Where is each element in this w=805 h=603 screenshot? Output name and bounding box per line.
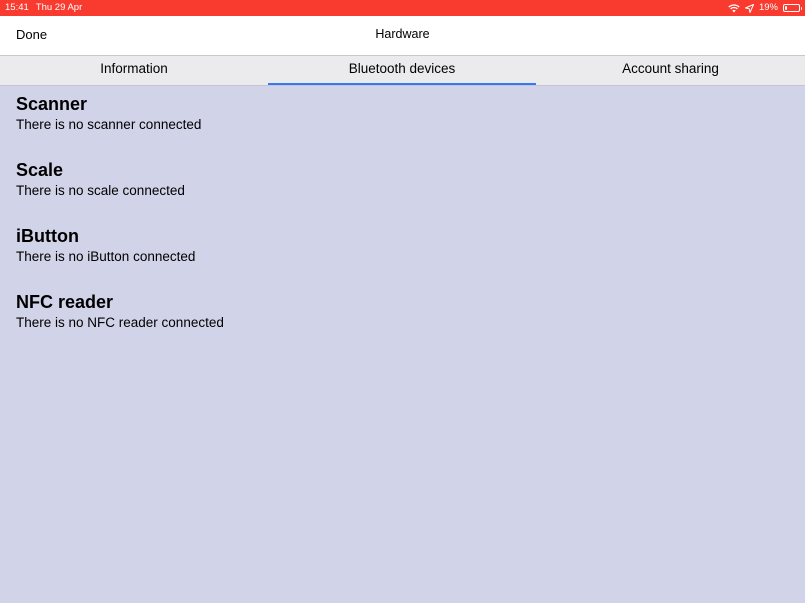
device-title: Scale <box>16 160 64 180</box>
tab-bar: Information Bluetooth devices Account sh… <box>0 56 805 86</box>
tab-label: Bluetooth devices <box>348 61 456 76</box>
wifi-icon <box>728 3 740 13</box>
tab-label: Account sharing <box>622 61 719 76</box>
device-title: Scanner <box>16 94 88 114</box>
device-status: There is no scale connected <box>16 183 185 198</box>
tab-bluetooth-devices[interactable]: Bluetooth devices <box>268 56 536 85</box>
device-status: There is no iButton connected <box>16 249 196 264</box>
bluetooth-devices-list: Scanner There is no scanner connected Sc… <box>16 93 786 357</box>
device-title: iButton <box>16 226 79 246</box>
device-nfc-reader: NFC reader There is no NFC reader connec… <box>16 291 786 357</box>
device-scale: Scale There is no scale connected <box>16 159 786 225</box>
status-left: 15:41 Thu 29 Apr <box>5 0 82 16</box>
battery-percent: 19% <box>758 2 778 13</box>
device-ibutton: iButton There is no iButton connected <box>16 225 786 291</box>
battery-icon <box>783 4 802 12</box>
tab-account-sharing[interactable]: Account sharing <box>536 56 805 85</box>
selected-tab-indicator <box>268 83 536 85</box>
device-scanner: Scanner There is no scanner connected <box>16 93 786 159</box>
status-right: 19% <box>728 0 802 16</box>
device-title: NFC reader <box>16 292 114 312</box>
tab-label: Information <box>100 61 168 76</box>
status-time: 15:41 <box>5 2 29 13</box>
tab-information[interactable]: Information <box>0 56 268 85</box>
page-title: Hardware <box>375 27 430 41</box>
status-bar: 15:41 Thu 29 Apr 19% <box>0 0 805 16</box>
status-date: Thu 29 Apr <box>35 2 83 13</box>
hardware-screen: 15:41 Thu 29 Apr 19% Done Hardware Infor… <box>0 0 805 603</box>
battery-level <box>785 6 787 10</box>
location-icon <box>744 3 754 13</box>
device-status: There is no NFC reader connected <box>16 315 224 330</box>
device-status: There is no scanner connected <box>16 117 202 132</box>
navigation-bar: Done Hardware <box>0 16 805 56</box>
